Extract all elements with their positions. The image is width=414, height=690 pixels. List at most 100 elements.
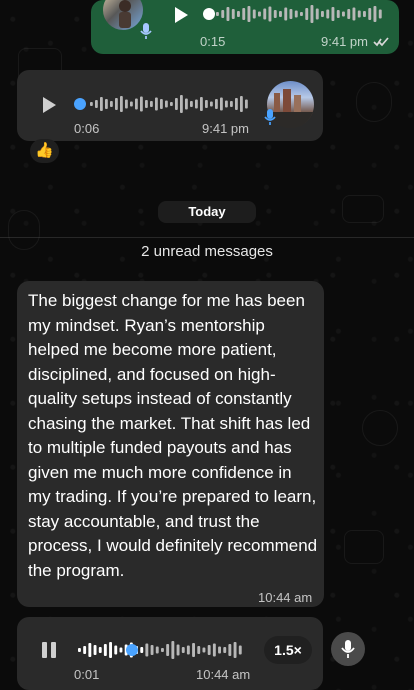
waveform-bar (347, 9, 351, 19)
waveform-bar (150, 645, 154, 655)
waveform-bar (210, 101, 213, 107)
waveform-bar (221, 10, 225, 18)
waveform-bar (130, 101, 133, 107)
waveform-bar (140, 647, 144, 653)
waveform-bar (192, 643, 195, 657)
waveform-bar (140, 96, 143, 112)
waveform-bar (180, 95, 183, 113)
waveform-bar (119, 647, 123, 653)
microphone-icon (140, 23, 152, 39)
playback-position-dot[interactable] (203, 8, 215, 20)
waveform-bar (103, 644, 107, 656)
waveform-bar (235, 98, 238, 110)
chat-screen: 0:15 9:41 pm 0:06 9:41 pm 👍 Today 2 unre… (0, 0, 414, 690)
waveform-bar (226, 7, 230, 21)
waveform-bar (166, 644, 170, 656)
waveform-bar (83, 646, 87, 654)
waveform-bar (181, 647, 185, 653)
background-doodle (356, 82, 392, 122)
waveform-bar (238, 645, 242, 655)
playback-speed-button[interactable]: 1.5× (264, 636, 312, 664)
microphone-icon (264, 109, 276, 125)
waveform-bar (336, 10, 340, 18)
double-check-icon (373, 37, 389, 47)
waveform-bar (331, 7, 335, 21)
waveform-bar (155, 646, 159, 654)
waveform-bar (170, 102, 173, 106)
waveform-bar (310, 5, 314, 23)
background-doodle (342, 195, 384, 223)
playback-position-dot[interactable] (74, 98, 86, 110)
waveform-bar (190, 101, 193, 107)
voice-duration: 0:06 (74, 121, 100, 136)
voice-waveform[interactable] (89, 93, 249, 115)
waveform-bar (284, 7, 288, 21)
waveform-bar (247, 6, 251, 22)
unread-divider (0, 237, 414, 238)
waveform-bar (88, 643, 92, 657)
waveform-bar (161, 648, 164, 652)
waveform-bar (368, 8, 372, 20)
waveform-bar (145, 643, 149, 657)
outgoing-voice-note-bubble[interactable]: 0:15 9:41 pm (91, 0, 399, 54)
date-chip: Today (158, 201, 256, 223)
waveform-bar (95, 100, 98, 108)
waveform-bar (98, 647, 102, 653)
waveform-bar (228, 644, 232, 656)
message-time: 9:41 pm (202, 121, 249, 136)
voice-waveform[interactable] (215, 3, 383, 25)
incoming-voice-note-bubble[interactable]: 0:06 9:41 pm (17, 70, 323, 141)
waveform-bar (268, 6, 272, 22)
waveform-bar (225, 100, 228, 108)
waveform-bar (218, 646, 221, 654)
waveform-bar (300, 12, 303, 16)
waveform-bar (220, 97, 223, 111)
waveform-bar (114, 645, 118, 655)
waveform-bar (263, 8, 267, 20)
pause-icon[interactable] (38, 639, 60, 661)
waveform-bar (294, 10, 298, 18)
voice-waveform[interactable] (77, 639, 243, 661)
waveform-bar (207, 645, 211, 655)
play-icon[interactable] (38, 94, 60, 116)
message-time: 10:44 am (258, 590, 313, 605)
playback-position-dot[interactable] (126, 644, 138, 656)
background-doodle (362, 410, 398, 446)
waveform-bar (357, 10, 361, 18)
waveform-bar (212, 643, 216, 657)
waveform-bar (186, 645, 190, 655)
waveform-bar (200, 97, 203, 111)
waveform-bar (363, 11, 366, 17)
waveform-bar (252, 9, 256, 19)
background-doodle (344, 530, 384, 564)
message-time: 9:41 pm (321, 34, 368, 49)
waveform-bar (230, 101, 233, 107)
record-voice-button[interactable] (331, 632, 365, 666)
waveform-bar (205, 100, 208, 108)
waveform-bar (342, 11, 345, 17)
waveform-bar (242, 8, 246, 20)
waveform-bar (78, 648, 81, 652)
waveform-bar (165, 100, 168, 108)
waveform-bar (120, 96, 123, 112)
voice-duration: 0:01 (74, 667, 100, 682)
waveform-bar (216, 12, 219, 16)
waveform-bar (315, 8, 319, 20)
play-icon[interactable] (170, 4, 192, 26)
waveform-bar (135, 98, 138, 110)
waveform-bar (326, 9, 330, 19)
message-time: 10:44 am (196, 667, 251, 682)
waveform-bar (175, 98, 178, 110)
waveform-bar (273, 10, 277, 18)
waveform-bar (373, 6, 377, 22)
waveform-bar (233, 642, 237, 658)
waveform-bar (109, 642, 112, 658)
waveform-bar (155, 97, 158, 111)
waveform-bar (237, 11, 240, 17)
waveform-bar (279, 11, 282, 17)
thumbs-up-reaction[interactable]: 👍 (30, 139, 59, 163)
waveform-bar (352, 7, 356, 21)
waveform-bar (202, 647, 206, 653)
unread-messages-label: 2 unread messages (141, 243, 273, 260)
waveform-bar (215, 99, 218, 109)
